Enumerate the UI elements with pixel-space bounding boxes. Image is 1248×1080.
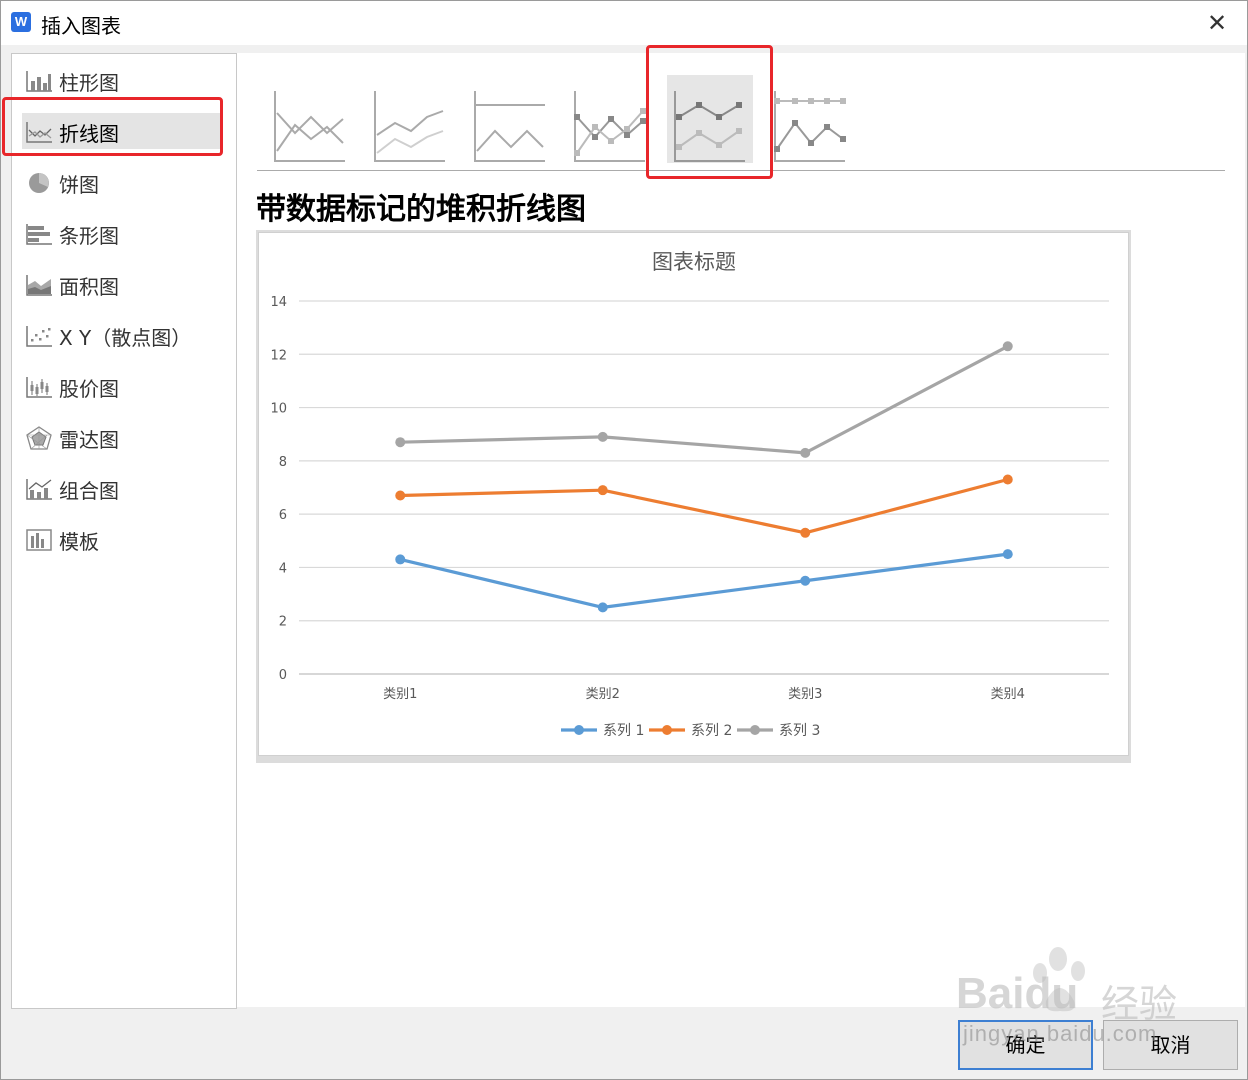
line-chart-thumb-icon[interactable] [269,83,351,165]
data-point [395,554,406,565]
series-line [399,552,1008,609]
watermark-brand-suffix: 经验 [1101,982,1178,1026]
sidebar-item-stock[interactable]: 股价图 [12,368,236,404]
line-with-markers-thumb-icon[interactable] [569,83,651,165]
sidebar-item-pie[interactable]: 饼图 [12,164,236,200]
y-tick-label: 2 [279,615,287,630]
data-point [800,527,811,538]
selected-type-heading: 带数据标记的堆积折线图 [256,192,586,227]
x-tick-label: 类别4 [991,687,1025,702]
subtype-highlight-box [646,45,773,179]
title-bar: W 插入图表 ✕ [1,1,1247,45]
chart-xticks: 类别1 类别2 类别3 类别4 [383,687,1025,702]
sidebar-item-combo[interactable]: 组合图 [12,470,236,506]
bar-chart-icon [26,224,52,245]
y-tick-label: 12 [270,348,287,363]
sidebar-item-label: 股价图 [59,377,119,401]
sidebar-item-area[interactable]: 面积图 [12,266,236,302]
data-point [597,602,608,613]
data-point [395,490,406,501]
data-point [1002,341,1013,352]
sidebar-item-bar[interactable]: 条形图 [12,215,236,251]
pie-chart-icon [29,173,49,193]
legend-marker [574,725,584,735]
legend-marker [662,725,672,735]
percent-stacked-line-thumb-icon[interactable] [469,83,551,165]
x-tick-label: 类别1 [383,687,417,702]
y-tick-label: 4 [279,561,287,576]
chart-yticks: 0 2 4 6 8 10 12 14 [270,295,287,683]
sidebar-item-label: 条形图 [59,224,119,248]
y-tick-label: 0 [279,668,287,683]
y-tick-label: 6 [279,508,287,523]
legend-label: 系列 3 [779,723,820,739]
column-chart-icon [26,71,52,92]
chart-legend: 系列 1 系列 2 系列 3 [561,723,820,739]
legend-label: 系列 2 [691,723,732,739]
data-point [597,485,608,496]
close-button[interactable]: ✕ [1199,5,1235,41]
x-tick-label: 类别3 [788,687,822,702]
data-point [597,431,608,442]
y-tick-label: 10 [270,402,287,417]
series-line [400,477,1009,535]
stock-chart-icon [26,377,52,398]
area-chart-icon [26,275,52,296]
sidebar-item-label: 面积图 [59,275,119,299]
sidebar-item-template[interactable]: 模板 [12,521,236,557]
chart-series [395,341,1013,613]
combo-chart-icon [26,479,52,500]
data-point [1002,549,1013,560]
chart-type-sidebar: 柱形图 折线图 饼图 条形图 面积图 X Y（散点图） 股价图 雷达图 组合图 … [11,53,237,1009]
y-tick-label: 14 [270,295,287,310]
chart-title: 图表标题 [652,250,736,274]
chart-preview-svg: 图表标题 02468101214 类别1 类别2 类别3 类别4 系列 1 系列 2 系列… [270,250,1109,739]
watermark-url: jingyan.baidu.com [963,1021,1158,1046]
watermark-brand: Baidu [956,969,1079,1018]
insert-chart-dialog: W 插入图表 ✕ 柱形图 折线图 饼图 条形图 面积图 X Y（散点图） 股价图… [0,0,1248,1080]
data-point [1002,474,1013,485]
sidebar-item-column[interactable]: 柱形图 [12,62,236,98]
sidebar-item-label: 饼图 [59,173,99,197]
percent-stacked-line-with-markers-thumb-icon[interactable] [769,83,851,165]
dialog-title: 插入图表 [41,14,121,38]
sidebar-item-label: X Y（散点图） [59,326,192,350]
chart-preview: 图表标题 0 2 4 6 8 10 12 14 类别1 类别2 类别3 类别4 系列 1 系列 2 系列… [258,232,1129,756]
sidebar-highlight-box [2,97,223,156]
wps-app-icon: W [11,12,31,32]
sidebar-item-scatter[interactable]: X Y（散点图） [12,317,236,353]
y-tick-label: 8 [279,455,287,470]
x-tick-label: 类别2 [586,687,620,702]
sidebar-item-label: 组合图 [59,479,119,503]
template-icon [26,529,52,551]
data-point [800,447,811,458]
legend-label: 系列 1 [603,723,644,739]
scatter-chart-icon [26,326,52,347]
data-point [395,437,406,448]
sidebar-item-radar[interactable]: 雷达图 [12,419,236,455]
stacked-line-thumb-icon[interactable] [369,83,451,165]
series-line [400,344,1009,455]
radar-chart-icon [26,426,52,450]
sidebar-item-label: 模板 [59,530,99,554]
data-point [800,575,811,586]
close-icon: ✕ [1206,9,1228,37]
sidebar-item-label: 柱形图 [59,71,119,95]
sidebar-item-label: 雷达图 [59,428,119,452]
legend-marker [750,725,760,735]
